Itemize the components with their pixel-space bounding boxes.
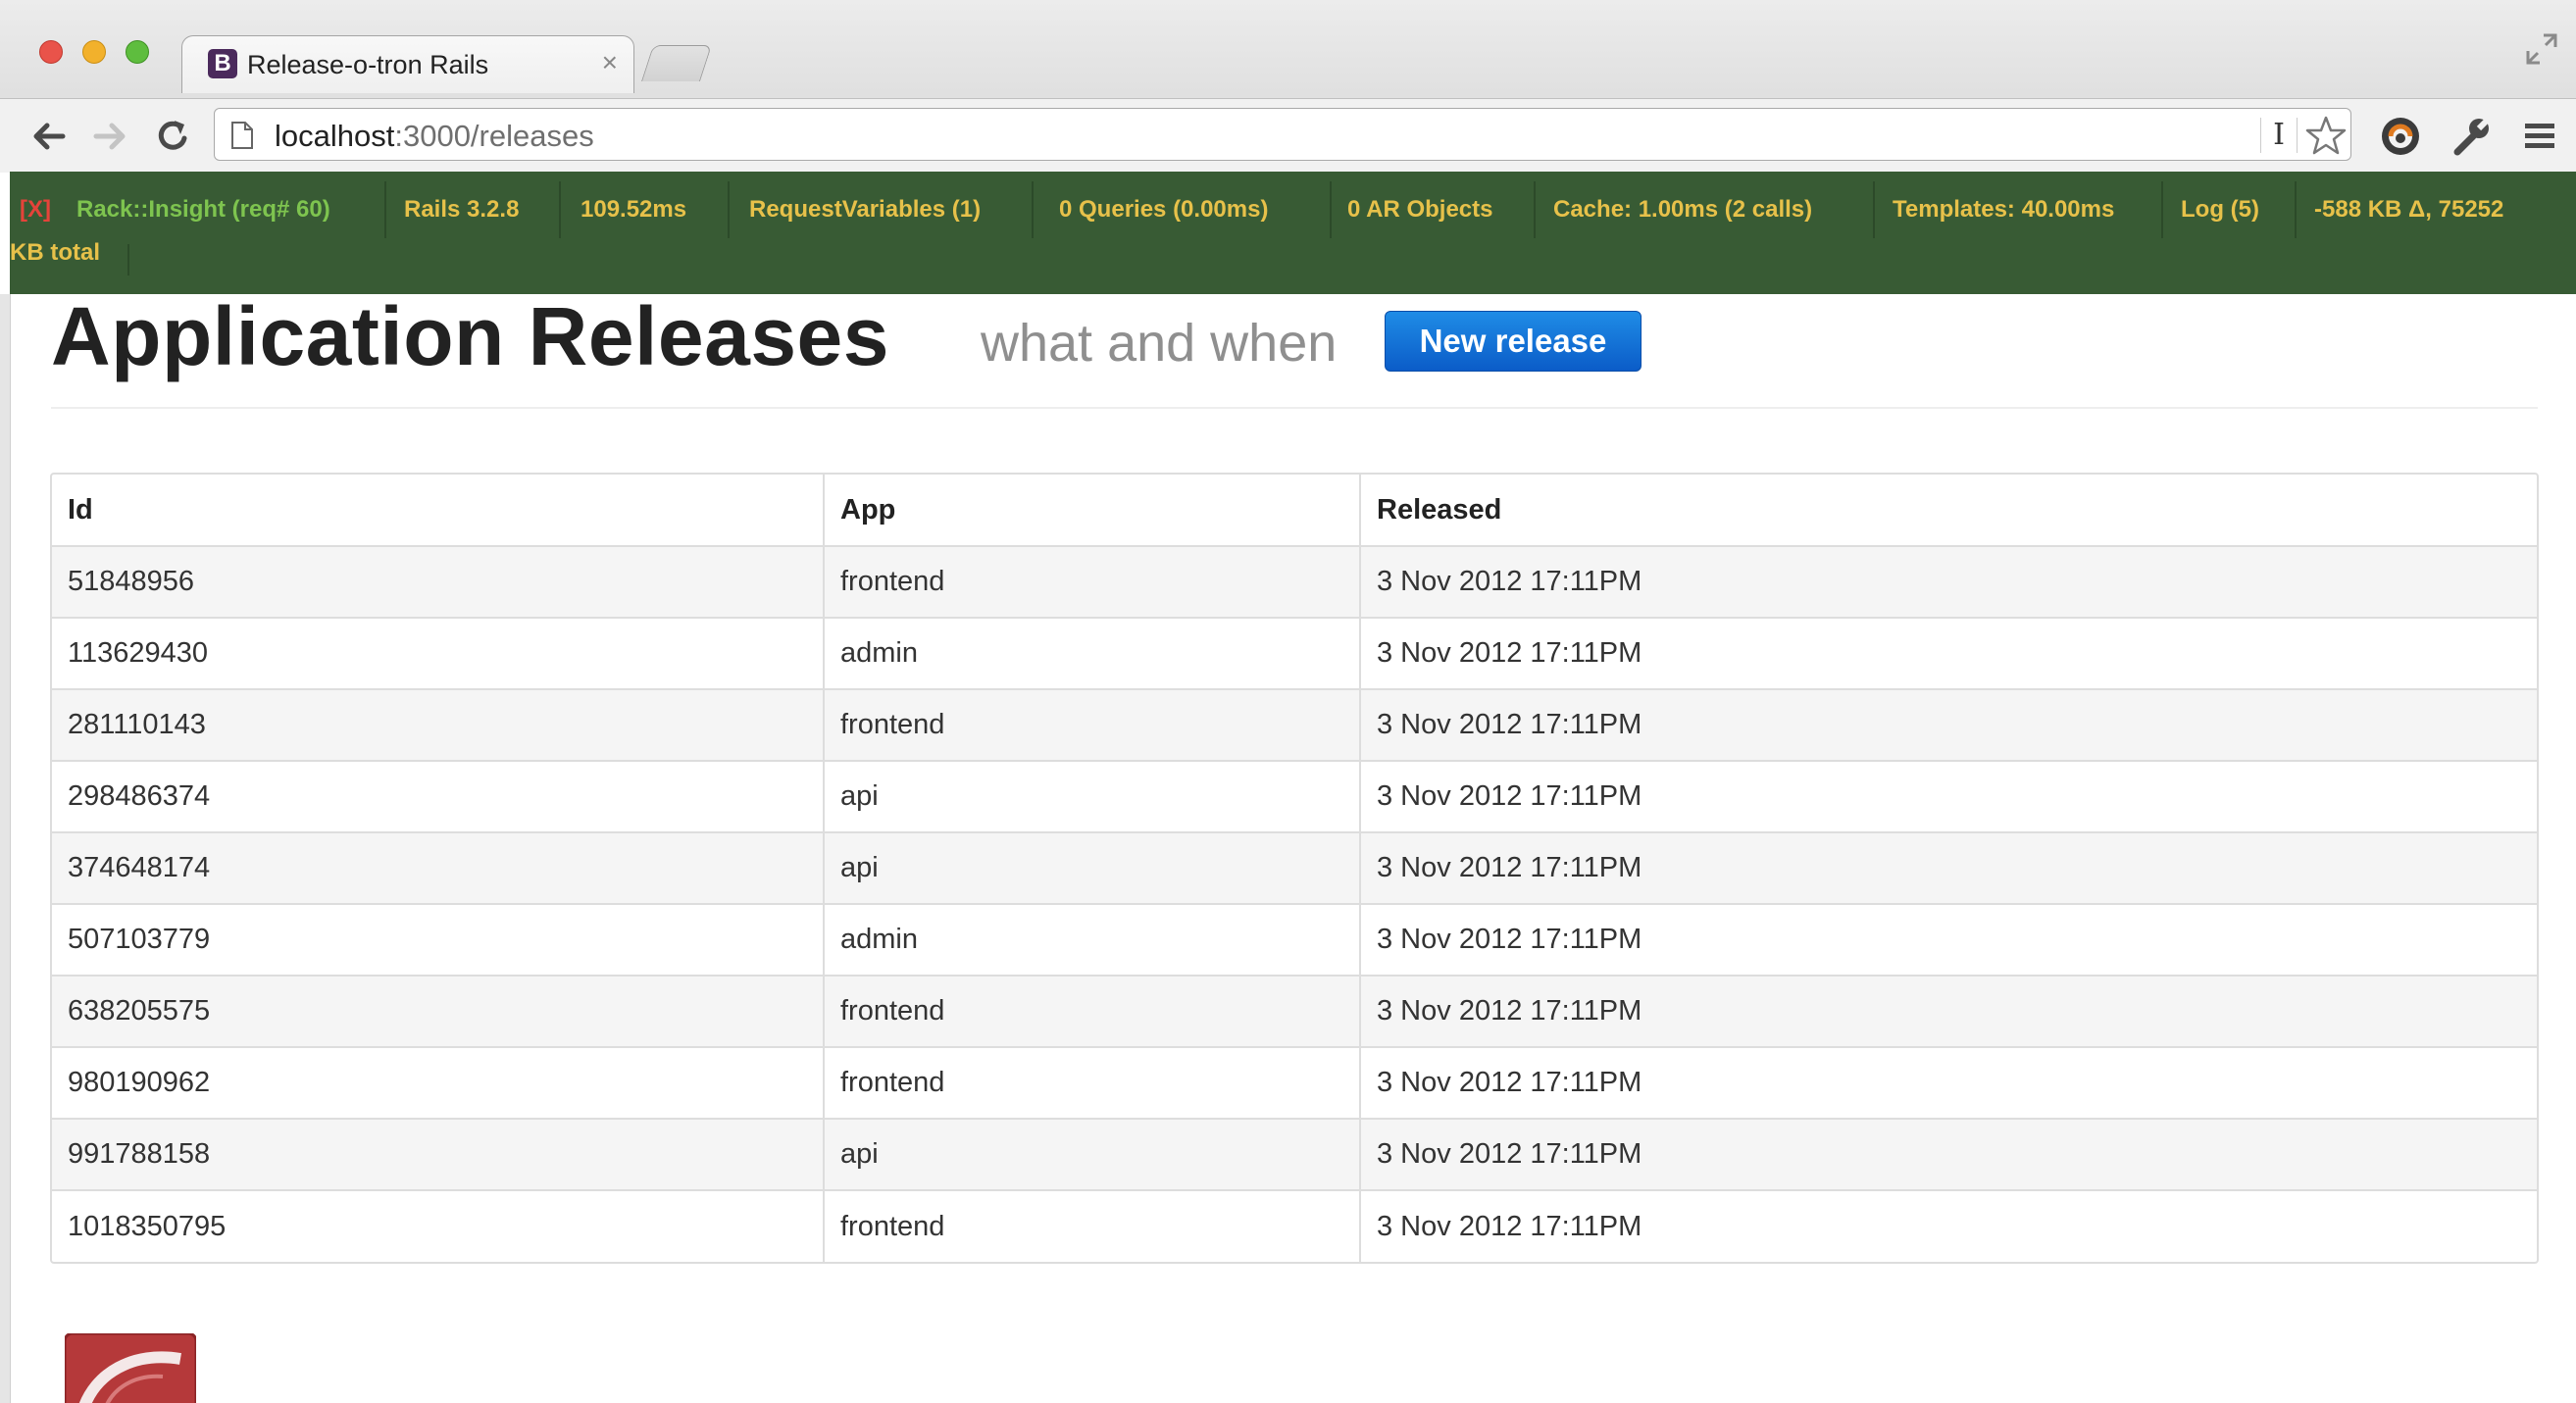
new-tab-button[interactable] (640, 45, 713, 81)
page-title: Application Releases (51, 290, 889, 382)
table-row: 638205575 frontend 3 Nov 2012 17:11PM (52, 975, 2537, 1047)
cell-id: 1018350795 (52, 1189, 824, 1262)
cell-id: 507103779 (52, 903, 824, 976)
insight-panel-memory-total[interactable]: KB total (10, 232, 100, 274)
cell-released: 3 Nov 2012 17:11PM (1359, 688, 2537, 761)
table-row: 298486374 api 3 Nov 2012 17:11PM (52, 760, 2537, 832)
window-close-button[interactable] (39, 40, 63, 64)
cell-id: 113629430 (52, 617, 824, 689)
insight-separator (559, 181, 561, 238)
insight-separator (728, 181, 730, 238)
cell-app: frontend (823, 1189, 1360, 1262)
extension-icon[interactable] (2377, 113, 2424, 160)
new-release-button[interactable]: New release (1385, 311, 1642, 372)
cell-released: 3 Nov 2012 17:11PM (1359, 1118, 2537, 1190)
table-row: 980190962 frontend 3 Nov 2012 17:11PM (52, 1046, 2537, 1119)
insight-panel-queries[interactable]: 0 Queries (0.00ms) (1059, 189, 1268, 230)
cell-app: frontend (823, 1046, 1360, 1119)
menu-icon[interactable] (2516, 113, 2563, 160)
table-header-row: Id App Released (52, 475, 2537, 546)
url-path: :3000/releases (394, 119, 594, 153)
cell-released: 3 Nov 2012 17:11PM (1359, 760, 2537, 832)
browser-toolbar: localhost:3000/releases I (0, 98, 2576, 173)
rails-logo (65, 1333, 196, 1403)
back-icon[interactable] (25, 113, 73, 160)
cell-released: 3 Nov 2012 17:11PM (1359, 903, 2537, 976)
table-row: 507103779 admin 3 Nov 2012 17:11PM (52, 903, 2537, 976)
tab-title: Release-o-tron Rails (247, 50, 489, 79)
cell-released: 3 Nov 2012 17:11PM (1359, 1046, 2537, 1119)
column-header-released: Released (1359, 475, 2537, 546)
insight-panel-templates[interactable]: Templates: 40.00ms (1893, 189, 2114, 230)
page-subtitle: what and when (981, 314, 1338, 373)
window-zoom-button[interactable] (126, 40, 149, 64)
insight-separator (127, 244, 129, 276)
url-host: localhost (275, 119, 395, 153)
cell-released: 3 Nov 2012 17:11PM (1359, 617, 2537, 689)
insight-separator (2161, 181, 2163, 238)
insight-panel-memory[interactable]: -588 KB Δ, 75252 (2314, 189, 2503, 230)
favicon-icon: B (208, 49, 237, 78)
table-row: 1018350795 frontend 3 Nov 2012 17:11PM (52, 1189, 2537, 1262)
insight-panel-cache[interactable]: Cache: 1.00ms (2 calls) (1553, 189, 1812, 230)
star-icon[interactable] (2303, 113, 2349, 158)
cell-app: admin (823, 903, 1360, 976)
insight-separator (384, 181, 386, 238)
cell-app: frontend (823, 975, 1360, 1047)
table-row: 281110143 frontend 3 Nov 2012 17:11PM (52, 688, 2537, 761)
wrench-icon[interactable] (2448, 113, 2495, 160)
cell-app: admin (823, 617, 1360, 689)
ibeam-icon[interactable]: I (2260, 118, 2298, 153)
insight-panel-log[interactable]: Log (5) (2181, 189, 2259, 230)
window-minimize-button[interactable] (82, 40, 106, 64)
table-row: 113629430 admin 3 Nov 2012 17:11PM (52, 617, 2537, 689)
table-row: 374648174 api 3 Nov 2012 17:11PM (52, 831, 2537, 904)
insight-separator (1534, 181, 1536, 238)
releases-table: Id App Released 51848956 frontend 3 Nov … (50, 473, 2539, 1264)
insight-separator (2295, 181, 2297, 238)
insight-separator (1032, 181, 1034, 238)
rack-insight-toolbar: [X] Rack::Insight (req# 60) Rails 3.2.8 … (10, 172, 2576, 294)
cell-id: 298486374 (52, 760, 824, 832)
cell-app: frontend (823, 545, 1360, 618)
reload-icon[interactable] (149, 113, 196, 160)
page-header: Application Releases what and when New r… (51, 289, 2538, 409)
browser-tab[interactable]: B Release-o-tron Rails × (181, 35, 634, 93)
table-row: 991788158 api 3 Nov 2012 17:11PM (52, 1118, 2537, 1190)
insight-panel-rails[interactable]: Rails 3.2.8 (404, 189, 519, 230)
fullscreen-icon[interactable] (2522, 29, 2561, 69)
insight-panel-request-variables[interactable]: RequestVariables (1) (749, 189, 981, 230)
insight-close-button[interactable]: [X] (20, 189, 51, 230)
cell-id: 638205575 (52, 975, 824, 1047)
url-text[interactable]: localhost:3000/releases (275, 119, 594, 154)
forward-icon[interactable] (86, 113, 133, 160)
insight-panel-timer[interactable]: 109.52ms (581, 189, 686, 230)
cell-id: 281110143 (52, 688, 824, 761)
tab-close-icon[interactable]: × (602, 47, 618, 77)
insight-panel-rack[interactable]: Rack::Insight (req# 60) (76, 189, 330, 230)
cell-released: 3 Nov 2012 17:11PM (1359, 545, 2537, 618)
cell-app: api (823, 1118, 1360, 1190)
cell-app: api (823, 760, 1360, 832)
insight-separator (1873, 181, 1875, 238)
insight-separator (1330, 181, 1332, 238)
page-icon (231, 122, 253, 149)
cell-id: 991788158 (52, 1118, 824, 1190)
column-header-app: App (823, 475, 1360, 546)
table-row: 51848956 frontend 3 Nov 2012 17:11PM (52, 545, 2537, 618)
insight-panel-ar-objects[interactable]: 0 AR Objects (1347, 189, 1493, 230)
cell-released: 3 Nov 2012 17:11PM (1359, 975, 2537, 1047)
address-bar[interactable]: localhost:3000/releases I (214, 108, 2351, 161)
cell-app: api (823, 831, 1360, 904)
window-edge (0, 294, 11, 1403)
cell-id: 374648174 (52, 831, 824, 904)
column-header-id: Id (68, 493, 93, 526)
cell-released: 3 Nov 2012 17:11PM (1359, 831, 2537, 904)
cell-id: 51848956 (52, 545, 824, 618)
cell-app: frontend (823, 688, 1360, 761)
browser-chrome: B Release-o-tron Rails × localhost:3000/… (0, 0, 2576, 173)
cell-id: 980190962 (52, 1046, 824, 1119)
cell-released: 3 Nov 2012 17:11PM (1359, 1189, 2537, 1262)
